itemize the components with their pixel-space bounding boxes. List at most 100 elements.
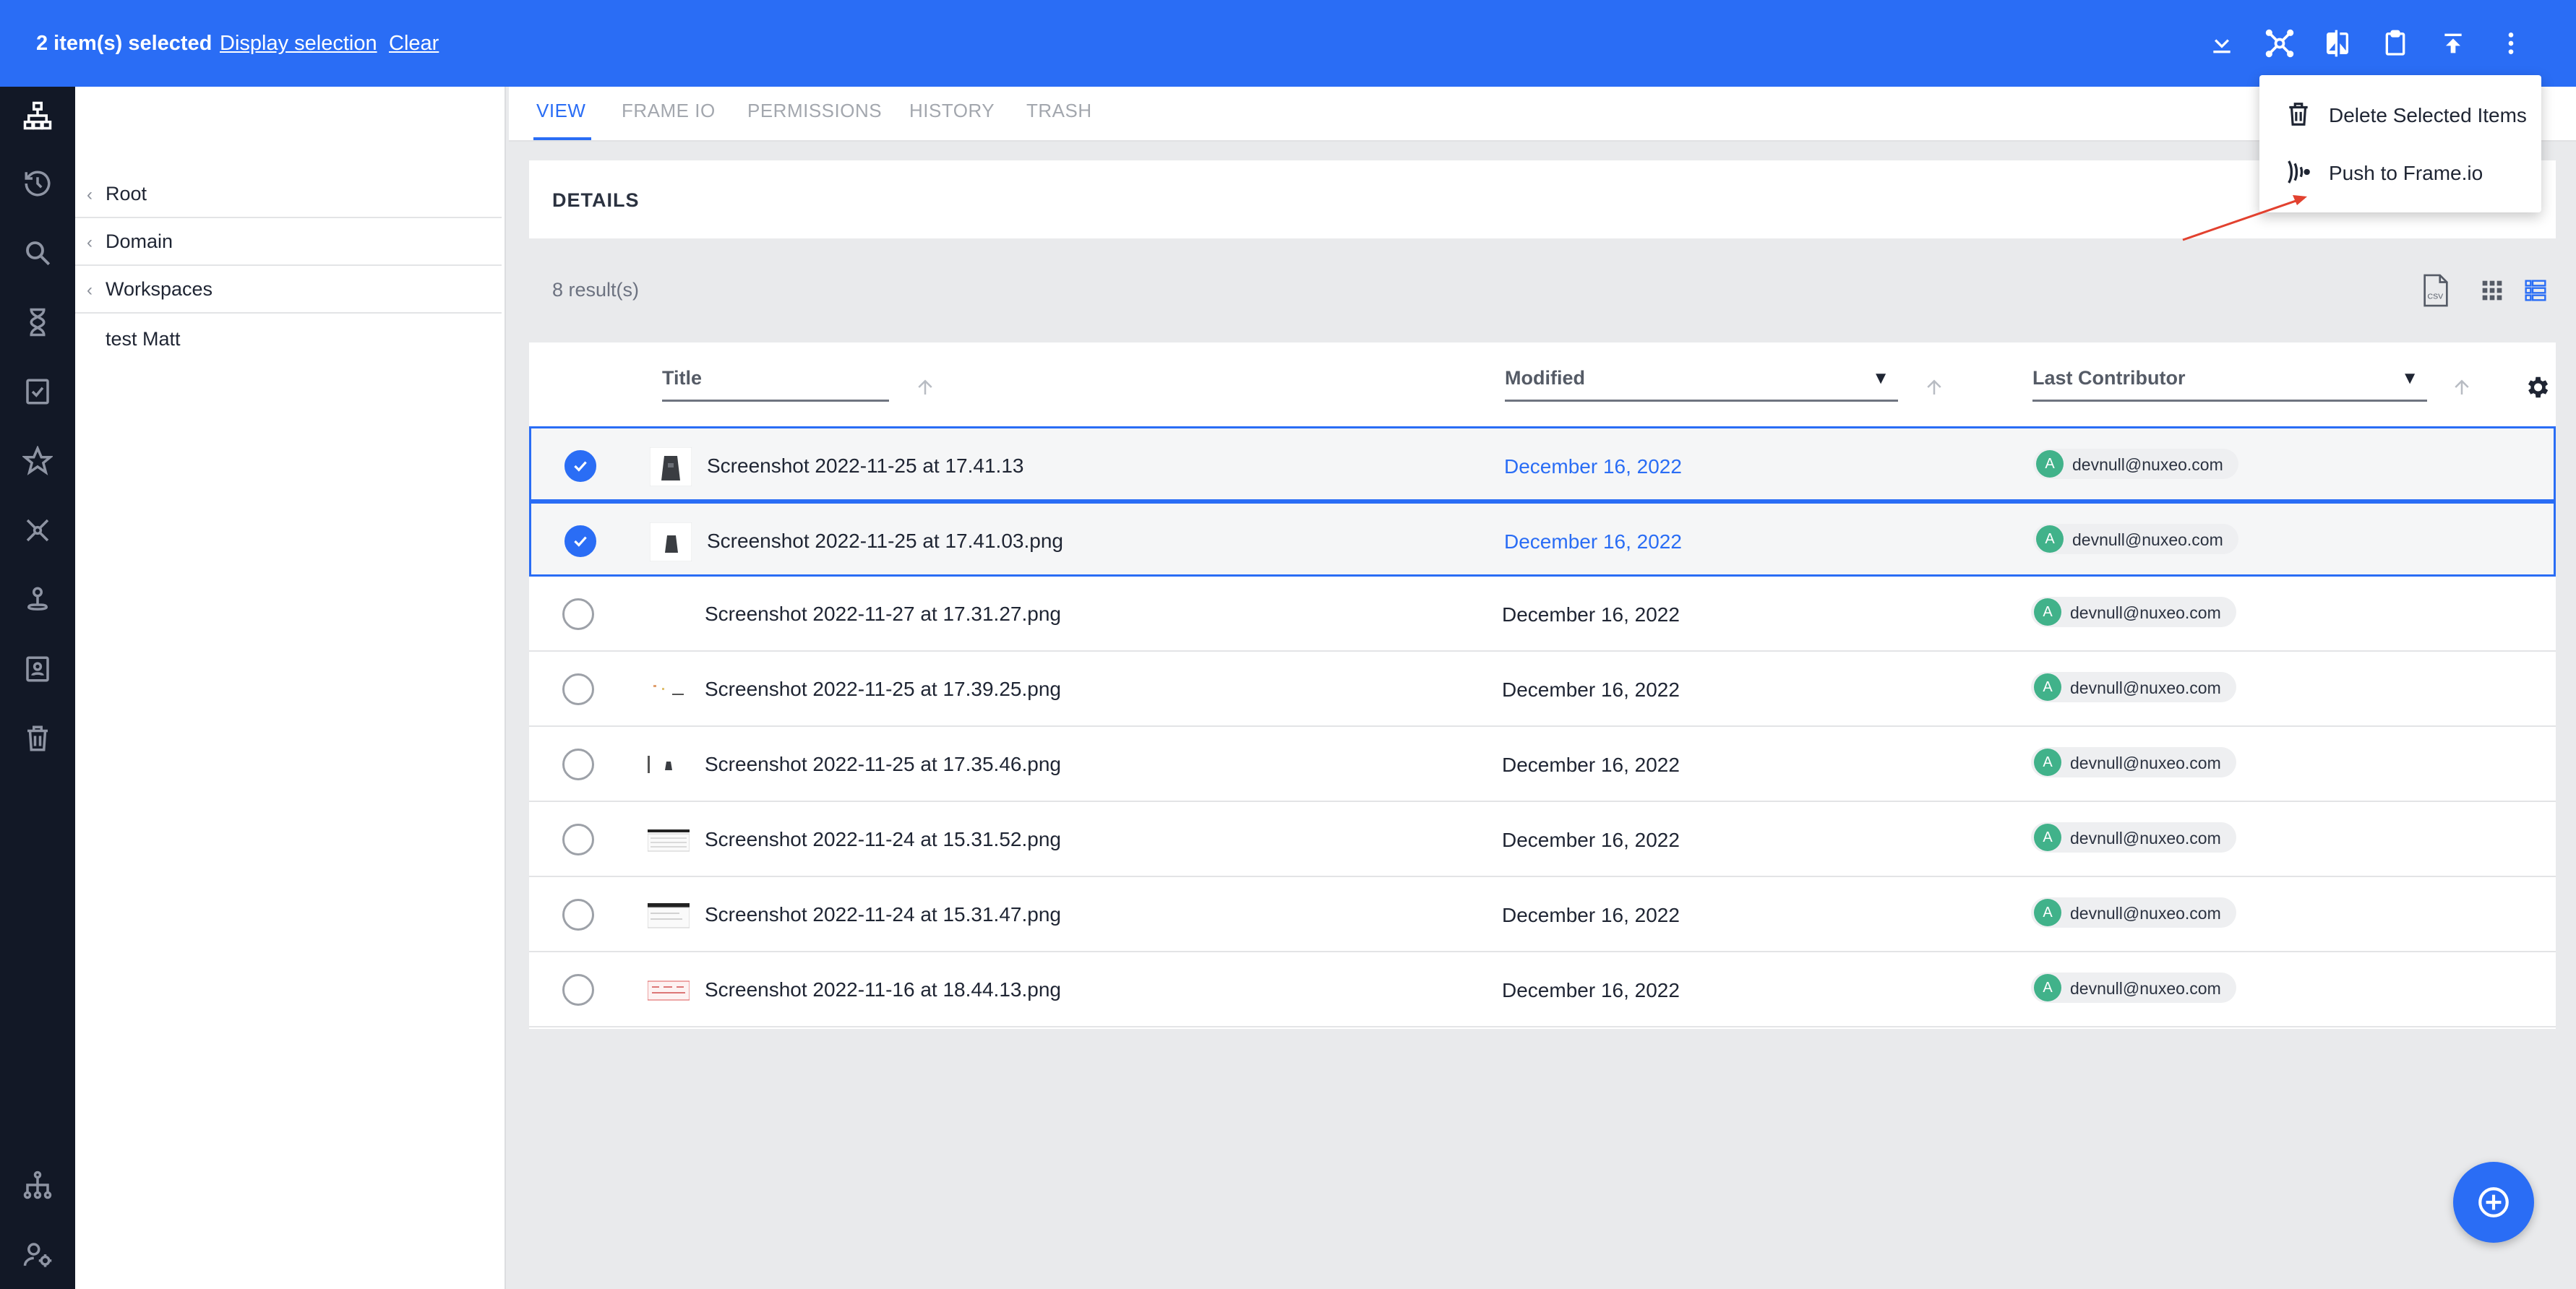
thumbnail-image xyxy=(647,971,690,1010)
table-row[interactable]: Screenshot 2022-11-24 at 15.31.52.png De… xyxy=(529,802,2556,877)
clipboard-icon[interactable] xyxy=(2378,26,2413,61)
hourglass-icon[interactable] xyxy=(19,303,56,341)
user-settings-icon[interactable] xyxy=(19,1236,56,1273)
sort-arrow-up-icon[interactable] xyxy=(912,373,938,402)
thumbnail-image xyxy=(647,821,690,860)
tab-history[interactable]: HISTORY xyxy=(909,100,995,122)
user-map-icon[interactable] xyxy=(19,581,56,618)
display-selection-link[interactable]: Display selection xyxy=(220,32,377,56)
search-icon[interactable] xyxy=(19,234,56,272)
gear-icon[interactable] xyxy=(2521,371,2553,403)
trash-icon[interactable] xyxy=(19,720,56,757)
contributor-email: devnull@nuxeo.com xyxy=(2070,754,2221,772)
table-row[interactable]: Screenshot 2022-11-25 at 17.41.03.png De… xyxy=(529,501,2556,577)
tab-trash[interactable]: TRASH xyxy=(1026,100,1092,122)
contributor-email: devnull@nuxeo.com xyxy=(2070,678,2221,697)
thumbnail-image xyxy=(648,671,690,710)
column-header-title[interactable]: Title xyxy=(662,367,889,402)
contributor-chip[interactable]: A devnull@nuxeo.com xyxy=(2031,897,2236,928)
table-row[interactable]: Screenshot 2022-11-24 at 15.31.47.png De… xyxy=(529,877,2556,952)
tab-frame-io[interactable]: FRAME IO xyxy=(622,100,716,122)
table-row[interactable]: Screenshot 2022-11-27 at 17.31.27.png De… xyxy=(529,577,2556,652)
tree-item-workspaces[interactable]: ‹ Workspaces xyxy=(75,266,502,314)
results-count: 8 result(s) xyxy=(552,279,640,301)
contributor-chip[interactable]: A devnull@nuxeo.com xyxy=(2033,449,2238,479)
table-row[interactable]: Screenshot 2022-11-25 at 17.41.13 Decemb… xyxy=(529,426,2556,501)
contributor-email: devnull@nuxeo.com xyxy=(2070,979,2221,998)
row-checkbox[interactable] xyxy=(564,525,596,557)
column-header-modified[interactable]: Modified ▼ xyxy=(1505,367,1898,402)
star-icon[interactable] xyxy=(19,442,56,480)
menu-item-delete-selected[interactable]: Delete Selected Items xyxy=(2259,87,2541,142)
thumbnail-image xyxy=(649,447,692,487)
history-icon[interactable] xyxy=(19,165,56,202)
column-header-label: Last Contributor xyxy=(2032,367,2186,389)
row-checkbox[interactable] xyxy=(562,598,594,630)
tree-item-label: Domain xyxy=(106,230,173,252)
row-title[interactable]: Screenshot 2022-11-25 at 17.41.03.png xyxy=(707,530,1063,553)
row-title[interactable]: Screenshot 2022-11-16 at 18.44.13.png xyxy=(705,978,1061,1001)
tab-view[interactable]: VIEW xyxy=(536,100,585,122)
avatar: A xyxy=(2034,749,2061,776)
upload-icon[interactable] xyxy=(2436,26,2470,61)
list-view-icon[interactable] xyxy=(2520,273,2551,308)
clear-selection-link[interactable]: Clear xyxy=(389,32,439,56)
table-row[interactable]: Screenshot 2022-11-25 at 17.35.46.png De… xyxy=(529,727,2556,802)
row-modified: December 16, 2022 xyxy=(1504,530,1682,553)
table-row[interactable]: Screenshot 2022-11-16 at 18.44.13.png De… xyxy=(529,952,2556,1027)
menu-item-label: Delete Selected Items xyxy=(2329,104,2527,126)
row-checkbox[interactable] xyxy=(564,450,596,482)
contributor-email: devnull@nuxeo.com xyxy=(2070,603,2221,622)
tasks-icon[interactable] xyxy=(19,373,56,410)
thumbnail-image xyxy=(648,746,690,785)
download-icon[interactable] xyxy=(2204,26,2239,61)
tree-item-domain[interactable]: ‹ Domain xyxy=(75,218,502,266)
column-header-last-contributor[interactable]: Last Contributor ▼ xyxy=(2032,367,2427,402)
row-title[interactable]: Screenshot 2022-11-25 at 17.35.46.png xyxy=(705,753,1061,776)
contributor-chip[interactable]: A devnull@nuxeo.com xyxy=(2031,822,2236,853)
contributor-chip[interactable]: A devnull@nuxeo.com xyxy=(2031,597,2236,627)
row-modified: December 16, 2022 xyxy=(1504,455,1682,478)
details-title: DETAILS xyxy=(552,189,640,211)
row-title[interactable]: Screenshot 2022-11-25 at 17.39.25.png xyxy=(705,678,1061,701)
more-vert-icon[interactable] xyxy=(2494,26,2528,61)
chevron-left-icon: ‹ xyxy=(87,185,93,204)
row-title[interactable]: Screenshot 2022-11-25 at 17.41.13 xyxy=(707,454,1023,478)
tree-item-root[interactable]: ‹ Root xyxy=(75,171,502,218)
row-checkbox[interactable] xyxy=(562,749,594,780)
table-row[interactable]: Screenshot 2022-11-25 at 17.39.25.png De… xyxy=(529,652,2556,727)
tab-permissions[interactable]: PERMISSIONS xyxy=(747,100,882,122)
row-modified: December 16, 2022 xyxy=(1502,603,1680,626)
sort-arrow-up-icon[interactable] xyxy=(1921,373,1947,402)
org-chart-icon[interactable] xyxy=(19,1166,56,1204)
row-checkbox[interactable] xyxy=(562,899,594,931)
row-checkbox[interactable] xyxy=(562,824,594,855)
active-tab-indicator xyxy=(533,137,591,140)
compare-icon[interactable] xyxy=(2320,26,2355,61)
sort-arrow-up-icon[interactable] xyxy=(2449,373,2475,402)
frameio-network-icon[interactable] xyxy=(2262,26,2297,61)
tree-item-test-matt[interactable]: test Matt xyxy=(75,315,502,363)
csv-export-icon[interactable]: CSV xyxy=(2420,273,2452,308)
contributor-chip[interactable]: A devnull@nuxeo.com xyxy=(2031,973,2236,1003)
contributor-chip[interactable]: A devnull@nuxeo.com xyxy=(2031,747,2236,777)
row-checkbox[interactable] xyxy=(562,974,594,1006)
row-title[interactable]: Screenshot 2022-11-24 at 15.31.47.png xyxy=(705,903,1061,926)
results-table: Title Modified ▼ Last Contributor ▼ Scre… xyxy=(529,342,2556,1029)
row-checkbox[interactable] xyxy=(562,673,594,705)
contributor-chip[interactable]: A devnull@nuxeo.com xyxy=(2033,524,2238,554)
column-header-label: Modified xyxy=(1505,367,1585,389)
svg-text:CSV: CSV xyxy=(2428,293,2444,301)
hierarchy-icon[interactable] xyxy=(19,97,56,134)
row-title[interactable]: Screenshot 2022-11-24 at 15.31.52.png xyxy=(705,828,1061,851)
add-button[interactable] xyxy=(2453,1162,2534,1243)
filter-caret-icon[interactable]: ▼ xyxy=(2401,368,2418,389)
network-icon[interactable] xyxy=(19,512,56,549)
contributor-chip[interactable]: A devnull@nuxeo.com xyxy=(2031,672,2236,702)
row-title[interactable]: Screenshot 2022-11-27 at 17.31.27.png xyxy=(705,603,1061,626)
filter-caret-icon[interactable]: ▼ xyxy=(1872,368,1889,389)
selection-toolbar: 2 item(s) selected Display selection Cle… xyxy=(0,0,2576,87)
avatar: A xyxy=(2034,974,2061,1001)
contact-badge-icon[interactable] xyxy=(19,650,56,688)
grid-view-icon[interactable] xyxy=(2476,273,2508,308)
